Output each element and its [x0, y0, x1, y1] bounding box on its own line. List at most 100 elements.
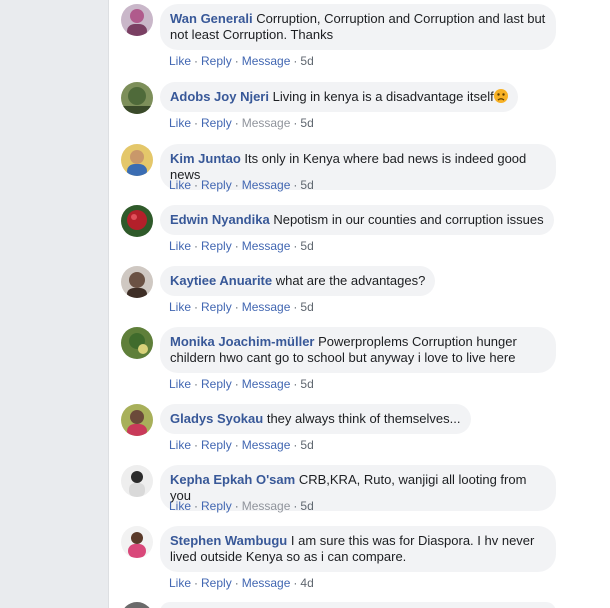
reply-link[interactable]: Reply [201, 54, 232, 68]
like-link[interactable]: Like [169, 377, 191, 391]
reply-link[interactable]: Reply [201, 178, 232, 192]
comment-author[interactable]: Wan Generali [170, 11, 253, 26]
comment-time[interactable]: 5d [300, 239, 313, 253]
comment-actions: Like · Reply · Message · 4d [169, 576, 314, 590]
frown-emoji-icon [493, 89, 508, 103]
comment-actions: Like · Reply · Message · 5d [169, 239, 314, 253]
comment-time[interactable]: 5d [300, 300, 313, 314]
comment-time[interactable]: 5d [300, 438, 313, 452]
separator: · [293, 300, 298, 314]
comment-actions: Like · Reply · Message · 5d [169, 438, 314, 452]
separator: · [194, 377, 199, 391]
comment-bubble: Wan Generali Corruption, Corruption and … [160, 4, 556, 50]
comment-author[interactable]: Kaytiee Anuarite [170, 273, 272, 288]
message-link[interactable]: Message [242, 239, 291, 253]
comment-actions: Like · Reply · Message · 5d [169, 499, 314, 513]
comment-author[interactable]: Gladys Syokau [170, 411, 263, 426]
avatar[interactable] [121, 404, 153, 436]
message-link[interactable]: Message [242, 54, 291, 68]
comment-text: they always think of themselves... [266, 411, 461, 426]
separator: · [234, 499, 239, 513]
comment-actions: Like · Reply · Message · 5d [169, 116, 314, 130]
like-link[interactable]: Like [169, 576, 191, 590]
separator: · [293, 377, 298, 391]
message-link: Message [241, 499, 291, 513]
comment-bubble: Gladys Syokau they always think of thems… [160, 404, 471, 434]
left-rail [0, 0, 108, 608]
separator: · [293, 239, 298, 253]
comment-time[interactable]: 5d [300, 499, 313, 513]
avatar[interactable] [121, 205, 153, 237]
comment-author[interactable]: Adobs Joy Njeri [170, 89, 269, 104]
reply-link[interactable]: Reply [201, 576, 232, 590]
separator: · [293, 576, 298, 590]
avatar[interactable] [121, 144, 153, 176]
like-link[interactable]: Like [169, 116, 191, 130]
comment-actions: Like · Reply · Message · 5d [169, 54, 314, 68]
avatar[interactable] [121, 327, 153, 359]
message-link: Message [241, 116, 291, 130]
comment-bubble: Monika Joachim-müller Powerproplems Corr… [160, 327, 556, 373]
separator: · [234, 239, 239, 253]
avatar[interactable] [121, 465, 153, 497]
separator: · [293, 438, 298, 452]
message-link[interactable]: Message [242, 300, 291, 314]
separator: · [234, 116, 239, 130]
separator: · [234, 178, 239, 192]
avatar[interactable] [121, 602, 153, 608]
comment-author[interactable]: Stephen Wambugu [170, 533, 287, 548]
comment-actions: Like · Reply · Message · 5d [169, 300, 314, 314]
separator: · [293, 54, 298, 68]
comment-actions: Like · Reply · Message · 5d [169, 178, 314, 192]
separator: · [194, 499, 199, 513]
comment-bubble: Stephen Wambugu I am sure this was for D… [160, 526, 556, 572]
separator: · [293, 499, 298, 513]
avatar[interactable] [121, 526, 153, 558]
like-link[interactable]: Like [169, 239, 191, 253]
comment-text: what are the advantages? [275, 273, 426, 288]
separator: · [234, 377, 239, 391]
reply-link[interactable]: Reply [201, 116, 232, 130]
like-link[interactable]: Like [169, 438, 191, 452]
separator: · [194, 576, 199, 590]
comment-author[interactable]: Kepha Epkah O'sam [170, 472, 295, 487]
avatar[interactable] [121, 266, 153, 298]
separator: · [234, 54, 239, 68]
comment-time[interactable]: 5d [300, 116, 313, 130]
reply-link[interactable]: Reply [201, 377, 232, 391]
comment-author[interactable]: Edwin Nyandika [170, 212, 270, 227]
comment-time[interactable]: 5d [300, 377, 313, 391]
comment-time[interactable]: 4d [300, 576, 313, 590]
separator: · [194, 300, 199, 314]
like-link[interactable]: Like [169, 499, 191, 513]
message-link[interactable]: Message [242, 178, 291, 192]
reply-link[interactable]: Reply [201, 300, 232, 314]
separator: · [194, 239, 199, 253]
message-link[interactable]: Message [242, 576, 291, 590]
comment-bubble: Kaytiee Anuarite what are the advantages… [160, 266, 436, 296]
comment-bubble: Adobs Joy Njeri Living in kenya is a dis… [160, 82, 518, 112]
separator: · [293, 178, 298, 192]
comment-time[interactable]: 5d [300, 178, 313, 192]
comment-time[interactable]: 5d [300, 54, 313, 68]
like-link[interactable]: Like [169, 300, 191, 314]
avatar[interactable] [121, 4, 153, 36]
message-link[interactable]: Message [242, 377, 291, 391]
avatar[interactable] [121, 82, 153, 114]
reply-link[interactable]: Reply [201, 239, 232, 253]
reply-link[interactable]: Reply [201, 499, 232, 513]
like-link[interactable]: Like [169, 178, 191, 192]
comment-text: Nepotism in our counties and corruption … [273, 212, 544, 227]
separator: · [194, 178, 199, 192]
comment-author[interactable]: Monika Joachim-müller [170, 334, 314, 349]
message-link[interactable]: Message [242, 438, 291, 452]
comment-text: Living in kenya is a disadvantage itself [272, 89, 494, 104]
comment-actions: Like · Reply · Message · 5d [169, 377, 314, 391]
separator: · [234, 438, 239, 452]
comment-bubble: Edwin Nyandika Nepotism in our counties … [160, 205, 554, 235]
like-link[interactable]: Like [169, 54, 191, 68]
comment-bubble [160, 602, 556, 608]
separator: · [194, 116, 199, 130]
reply-link[interactable]: Reply [201, 438, 232, 452]
comment-author[interactable]: Kim Juntao [170, 151, 241, 166]
